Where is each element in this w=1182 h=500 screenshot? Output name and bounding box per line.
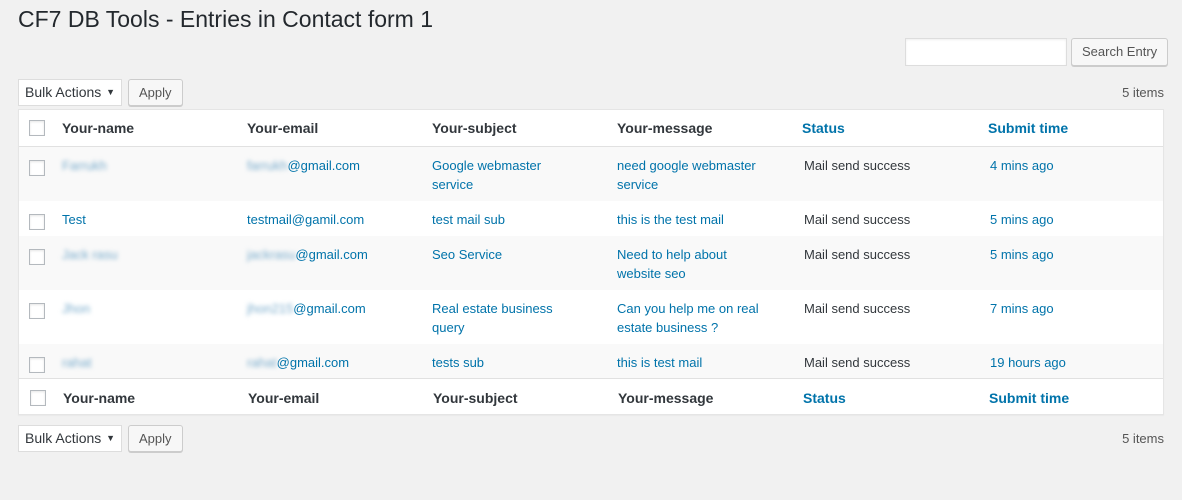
entry-submit-time[interactable]: 5 mins ago	[988, 212, 1054, 227]
search-box: Search Entry	[905, 38, 1169, 66]
entry-email-domain: @gmail.com	[293, 300, 366, 316]
entry-email-user: rahat	[247, 354, 277, 370]
entry-name[interactable]: Jhon	[62, 301, 90, 316]
entry-message[interactable]: need google webmaster service	[617, 156, 767, 194]
apply-button[interactable]: Apply	[128, 425, 183, 452]
row-checkbox[interactable]	[29, 213, 45, 230]
entry-subject[interactable]: test mail sub	[432, 210, 505, 229]
entry-name[interactable]: rahat	[62, 355, 92, 370]
column-header-status[interactable]: Status	[802, 110, 988, 147]
bulk-actions-select[interactable]: Bulk Actions ▼	[18, 79, 122, 106]
entry-subject[interactable]: Real estate business query	[432, 299, 582, 337]
column-header-name: Your-name	[62, 110, 247, 147]
entry-email-user: testmail	[247, 211, 292, 227]
entry-submit-time[interactable]: 4 mins ago	[988, 158, 1054, 173]
row-checkbox[interactable]	[29, 248, 45, 265]
table-footer-row: Your-name Your-email Your-subject Your-m…	[19, 378, 1163, 417]
entry-email-domain: @gamil.com	[291, 211, 365, 227]
column-footer-name: Your-name	[62, 378, 247, 417]
search-entry-button[interactable]: Search Entry	[1071, 38, 1169, 66]
items-count: 5 items	[1122, 85, 1164, 100]
tablenav-top: Bulk Actions ▼ Apply 5 items	[18, 79, 1164, 107]
entry-submit-time[interactable]: 5 mins ago	[988, 247, 1054, 262]
entry-status: Mail send success	[804, 158, 911, 173]
caret-down-icon: ▼	[106, 433, 115, 443]
entry-email-user: jhon215	[247, 300, 294, 316]
items-count: 5 items	[1122, 431, 1164, 446]
table-row: Jack rasu jackrasu@gmail.com Seo Service…	[19, 235, 1163, 290]
apply-button[interactable]: Apply	[128, 79, 183, 106]
entry-submit-time[interactable]: 7 mins ago	[988, 301, 1054, 316]
entry-submit-time[interactable]: 19 hours ago	[988, 355, 1066, 370]
row-checkbox[interactable]	[29, 356, 45, 373]
entry-subject[interactable]: Seo Service	[432, 245, 502, 264]
entry-email-user: farrukh	[247, 158, 288, 173]
entry-email-domain: @gmail.com	[287, 158, 360, 173]
table-header-row: Your-name Your-email Your-subject Your-m…	[19, 110, 1163, 147]
column-footer-subject: Your-subject	[432, 378, 617, 417]
select-all-cell	[19, 110, 62, 147]
entry-message[interactable]: this is the test mail	[617, 210, 724, 229]
page: CF7 DB Tools - Entries in Contact form 1…	[0, 0, 1182, 500]
page-title: CF7 DB Tools - Entries in Contact form 1	[18, 6, 433, 32]
table-row: Farrukh farrukh@gmail.com Google webmast…	[19, 146, 1163, 201]
column-header-message: Your-message	[617, 110, 802, 147]
entries-table: Your-name Your-email Your-subject Your-m…	[18, 109, 1164, 417]
entry-message[interactable]: Can you help me on real estate business …	[617, 299, 767, 337]
entry-status: Mail send success	[804, 300, 911, 316]
table-row: Test testmail@gamil.com test mail sub th…	[19, 201, 1163, 236]
entry-message[interactable]: Need to help about website seo	[617, 245, 767, 283]
entry-name[interactable]: Test	[62, 212, 86, 227]
row-checkbox[interactable]	[29, 160, 45, 177]
entry-email-domain: @gmail.com	[276, 354, 350, 370]
select-all-checkbox[interactable]	[30, 389, 46, 406]
column-header-subject: Your-subject	[432, 110, 617, 147]
column-header-email: Your-email	[247, 110, 432, 147]
column-header-submit-time[interactable]: Submit time	[988, 110, 1163, 147]
column-footer-submit-time[interactable]: Submit time	[988, 378, 1163, 417]
bulk-actions-select[interactable]: Bulk Actions ▼	[18, 425, 122, 452]
entry-status: Mail send success	[804, 246, 911, 262]
entry-name[interactable]: Jack rasu	[62, 247, 118, 262]
select-all-cell	[19, 378, 62, 417]
entry-name[interactable]: Farrukh	[62, 158, 107, 173]
bulk-actions-label: Bulk Actions	[25, 84, 102, 100]
caret-down-icon: ▼	[106, 87, 115, 97]
bulk-actions-label: Bulk Actions	[25, 430, 102, 446]
tablenav-bottom: Bulk Actions ▼ Apply 5 items	[18, 425, 1164, 453]
entry-email-user: jackrasu	[247, 246, 296, 262]
search-input[interactable]	[905, 38, 1067, 66]
entry-message[interactable]: this is test mail	[617, 353, 702, 372]
entry-email-domain: @gmail.com	[295, 246, 368, 262]
entry-status: Mail send success	[804, 211, 911, 227]
column-footer-status[interactable]: Status	[802, 378, 988, 417]
table-row: Jhon jhon215@gmail.com Real estate busin…	[19, 290, 1163, 344]
entry-status: Mail send success	[804, 354, 911, 370]
column-footer-email: Your-email	[247, 378, 432, 417]
select-all-checkbox[interactable]	[29, 119, 45, 136]
entry-subject[interactable]: Google webmaster service	[432, 156, 582, 194]
entry-subject[interactable]: tests sub	[432, 353, 484, 372]
column-footer-message: Your-message	[617, 378, 802, 417]
table-row: rahat rahat@gmail.com tests sub this is …	[19, 343, 1163, 379]
row-checkbox[interactable]	[29, 302, 45, 319]
